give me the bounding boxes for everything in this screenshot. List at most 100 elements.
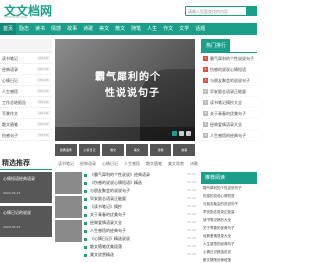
- nav-item[interactable]: 励志: [16, 23, 32, 35]
- article-list-item[interactable]: 《心情日记》精选说说 05-13: [84, 236, 196, 244]
- nav-item[interactable]: 文学: [176, 23, 192, 35]
- recommend-item[interactable]: 霸气犀利的个性说说句子: [201, 184, 257, 192]
- nav-item[interactable]: 情感: [48, 23, 64, 35]
- banner-thumbnail[interactable]: 故事: [173, 144, 196, 156]
- category-link[interactable]: 人生感悟: [121, 158, 143, 170]
- ranking-item[interactable]: 5 读书笔记摘抄大全: [201, 97, 257, 108]
- category-link[interactable]: 诗歌: [187, 158, 201, 170]
- hero-banner[interactable]: 霸气犀利的个 性说说句子: [55, 39, 195, 141]
- nav-item[interactable]: 读书: [32, 23, 48, 35]
- ranking-item[interactable]: 7 经典爱情语录大全: [201, 119, 257, 130]
- article-list-item[interactable]: 与朋友聚会的说说句子 05-15: [84, 188, 196, 196]
- feature-card[interactable]: 心情日记的说说 2024-05-15: [0, 206, 52, 237]
- recommend-item[interactable]: 人生感悟的经典句子: [201, 240, 257, 248]
- recommend-panel: 推荐阅读 霸气犀利的个性说说句子 伤感的说说心情短语 与朋友聚会的说说句子 早安励志语…: [201, 172, 257, 263]
- ranking-item[interactable]: 1 霸气犀利的个性说说句子: [201, 53, 257, 64]
- category-link[interactable]: 经典语录: [77, 158, 99, 170]
- nav-item[interactable]: 美文: [96, 23, 112, 35]
- category-link[interactable]: 心情日记: [99, 158, 121, 170]
- recommend-item[interactable]: 心情日记精选说说: [201, 248, 257, 256]
- feature-card-date: 2024-05-15: [3, 225, 21, 229]
- ranking-item[interactable]: 3 与朋友聚会的说说句子: [201, 75, 257, 86]
- recommend-item[interactable]: 关于青春的优美句子: [201, 224, 257, 232]
- nav-item[interactable]: 诗歌: [80, 23, 96, 35]
- recommend-item[interactable]: 散文随笔优美段落: [201, 256, 257, 263]
- article-date: 05-15: [187, 180, 196, 184]
- left-list-item[interactable]: 读书笔记 05-15: [0, 53, 52, 64]
- category-link[interactable]: 读书笔记: [55, 158, 77, 170]
- left-list-item[interactable]: 散文随笔 05-14: [0, 119, 52, 130]
- article-thumbnail[interactable]: [55, 172, 82, 194]
- article-title: 与朋友聚会的说说句子: [90, 188, 130, 193]
- nav-item[interactable]: 散文: [112, 23, 128, 35]
- nav-item[interactable]: 故事: [64, 23, 80, 35]
- recommend-item[interactable]: 与朋友聚会的说说句子: [201, 200, 257, 208]
- left-list-date: 05-14: [37, 111, 50, 115]
- article-date: 05-15: [187, 188, 196, 192]
- banner-pagination: [172, 131, 191, 136]
- ranking-text: 与朋友聚会的说说句子: [210, 78, 250, 83]
- article-thumbnail[interactable]: [55, 196, 82, 218]
- left-list-item[interactable]: 人生感悟 05-14: [0, 86, 52, 97]
- category-link[interactable]: 美文欣赏: [165, 158, 187, 170]
- nav-item[interactable]: 首页: [0, 23, 17, 35]
- left-list-date: 05-15: [37, 78, 50, 82]
- banner-thumbnail[interactable]: 诗歌: [149, 144, 172, 156]
- banner-thumbnail[interactable]: 散文: [102, 144, 125, 156]
- left-list-item[interactable]: 心情日记 05-15: [0, 75, 52, 86]
- recommend-item[interactable]: 早安励志语录正能量: [201, 208, 257, 216]
- banner-dot[interactable]: [172, 131, 177, 136]
- ranking-item[interactable]: 2 伤感的说说心情短语: [201, 64, 257, 75]
- article-date: 05-14: [187, 196, 196, 200]
- left-list-item[interactable]: 伤感句子 05-13: [0, 130, 52, 141]
- search-input[interactable]: 请输入您要查找的内容: [185, 6, 247, 16]
- article-list-item[interactable]: 经典爱情语录大全 05-14: [84, 220, 196, 228]
- article-list-item[interactable]: 美文欣赏精选 05-13: [84, 252, 196, 260]
- ranking-item[interactable]: 4 早安励志语录正能量: [201, 86, 257, 97]
- article-date: 05-14: [187, 220, 196, 224]
- nav-item[interactable]: 话题: [192, 23, 208, 35]
- ranking-item[interactable]: 8 人生感悟的经典句子: [201, 130, 257, 141]
- article-list-item[interactable]: 《霸气犀利的个性说说》经典语录 05-15: [84, 172, 196, 180]
- article-list-item[interactable]: 人生感悟的经典句子 05-14: [84, 228, 196, 236]
- article-date: 05-14: [187, 204, 196, 208]
- left-list-label: 经典语录: [2, 67, 18, 72]
- left-list-label: 人生感悟: [2, 89, 18, 94]
- left-list-item[interactable]: 工作总结报告 05-14: [0, 97, 52, 108]
- feature-card[interactable]: 心情短语经典语录 2024-05-15: [0, 172, 52, 203]
- nav-item[interactable]: 人生: [144, 23, 160, 35]
- ranking-item[interactable]: 6 关于青春的优美句子: [201, 108, 257, 119]
- left-list-date: 05-14: [37, 100, 50, 104]
- article-list-item[interactable]: 《伤感的说说心情短语》精选 05-15: [84, 180, 196, 188]
- site-logo-subtitle: WENWENDANG: [4, 15, 28, 19]
- article-list-item[interactable]: 早安励志语录正能量 05-14: [84, 196, 196, 204]
- feature-card-date: 2024-05-15: [3, 191, 21, 195]
- search-button[interactable]: [246, 6, 257, 16]
- banner-title-line1: 霸气犀利的个: [95, 72, 161, 83]
- banner-dot[interactable]: [186, 131, 191, 136]
- ranking-text: 霸气犀利的个性说说句子: [210, 56, 254, 61]
- recommend-item[interactable]: 经典爱情语录大全: [201, 232, 257, 240]
- article-list-item[interactable]: 散文随笔优美段落 05-13: [84, 244, 196, 252]
- banner-thumbnail[interactable]: 美文: [126, 144, 148, 156]
- article-date: 05-14: [187, 212, 196, 216]
- left-list-label: 伤感句子: [2, 133, 18, 138]
- list-bullet-icon: [84, 198, 87, 201]
- left-list-item[interactable]: 写景作文 05-14: [0, 108, 52, 119]
- category-link[interactable]: 散文随笔: [143, 158, 165, 170]
- nav-item[interactable]: 随笔: [128, 23, 144, 35]
- recommend-item[interactable]: 读书笔记摘抄大全: [201, 216, 257, 224]
- article-list-item[interactable]: 关于青春的优美句子 05-14: [84, 212, 196, 220]
- left-column: 读书笔记 05-15 经典语录 05-15 心情日记 05-15 人生感悟 05-14 工作总结…: [0, 39, 52, 141]
- article-thumbnail[interactable]: [55, 220, 82, 242]
- left-list-item[interactable]: 经典语录 05-15: [0, 64, 52, 75]
- recommend-item[interactable]: 伤感的说说心情短语: [201, 192, 257, 200]
- banner-dot[interactable]: [179, 131, 184, 136]
- category-bar: 读书笔记 经典语录 心情日记 人生感悟 散文随笔 美文欣赏 诗歌: [55, 158, 257, 170]
- nav-item[interactable]: 作文: [160, 23, 176, 35]
- hot-ranking-label: 热门排行: [201, 39, 231, 53]
- banner-thumbnail[interactable]: 心情日记: [78, 144, 101, 156]
- ranking-text: 关于青春的优美句子: [210, 111, 246, 116]
- banner-thumbnail[interactable]: 经典语录: [55, 144, 77, 156]
- article-list-item[interactable]: 《读书笔记》摘抄 05-14: [84, 204, 196, 212]
